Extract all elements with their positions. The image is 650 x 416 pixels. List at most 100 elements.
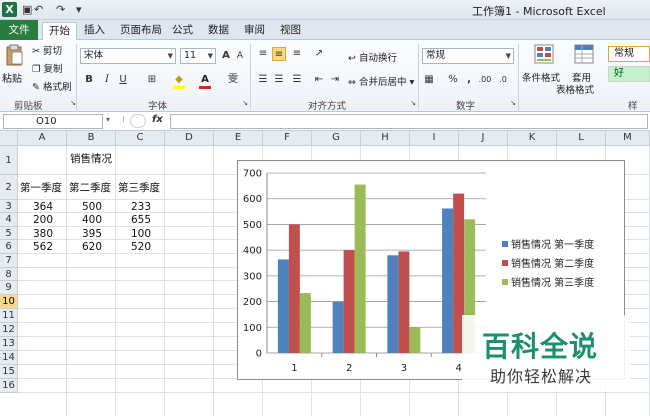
- data-cell[interactable]: 620: [82, 241, 102, 253]
- column-header-m[interactable]: M: [606, 131, 650, 146]
- fill-color-icon[interactable]: ◆: [172, 73, 186, 87]
- data-cell[interactable]: 200: [33, 214, 53, 226]
- bar-series3-cat3[interactable]: [409, 327, 421, 353]
- increase-indent-icon[interactable]: ⇥: [328, 73, 342, 87]
- shrink-font-icon[interactable]: A: [233, 49, 247, 63]
- customize-qat-icon[interactable]: ▾: [76, 3, 82, 16]
- bar-series3-cat2[interactable]: [354, 184, 366, 353]
- border-icon[interactable]: ⊞: [145, 73, 159, 87]
- data-cell[interactable]: 655: [131, 214, 151, 226]
- underline-button[interactable]: U: [116, 73, 130, 87]
- data-cell[interactable]: 380: [33, 228, 53, 240]
- column-header-c[interactable]: C: [116, 131, 165, 146]
- bar-series2-cat3[interactable]: [398, 251, 410, 353]
- row-header-11[interactable]: 11: [0, 309, 18, 323]
- row-header-2[interactable]: 2: [0, 175, 18, 200]
- tab-page-layout[interactable]: 页面布局: [114, 22, 168, 40]
- style-good[interactable]: 好: [608, 66, 650, 82]
- tab-formulas[interactable]: 公式: [166, 22, 199, 40]
- align-top-icon[interactable]: ≡: [256, 47, 270, 61]
- font-name-select[interactable]: 宋体 ▼: [80, 48, 176, 64]
- bar-series3-cat1[interactable]: [299, 293, 311, 353]
- wrap-text-button[interactable]: ↩ 自动换行: [348, 50, 397, 64]
- undo-icon[interactable]: ↶: [34, 3, 43, 16]
- style-normal[interactable]: 常规: [608, 46, 650, 62]
- row-header-15[interactable]: 15: [0, 365, 18, 379]
- column-header-d[interactable]: D: [165, 131, 214, 146]
- tab-home[interactable]: 开始: [42, 22, 77, 40]
- row-header-9[interactable]: 9: [0, 281, 18, 295]
- tab-view[interactable]: 视图: [274, 22, 307, 40]
- data-cell[interactable]: 395: [82, 228, 102, 240]
- bar-series2-cat1[interactable]: [288, 224, 300, 353]
- row-header-3[interactable]: 3: [0, 200, 18, 213]
- column-header-a[interactable]: A: [18, 131, 67, 146]
- column-header-j[interactable]: J: [459, 131, 508, 146]
- redo-icon[interactable]: ↷: [56, 3, 65, 16]
- currency-icon[interactable]: ▦: [422, 73, 436, 87]
- bold-button[interactable]: B: [82, 73, 96, 87]
- copy-button[interactable]: ❐ 复制: [32, 61, 63, 75]
- insert-function-button[interactable]: fx: [152, 114, 163, 125]
- row-header-13[interactable]: 13: [0, 337, 18, 351]
- row-header-14[interactable]: 14: [0, 351, 18, 365]
- italic-button[interactable]: I: [100, 73, 114, 87]
- row-header-12[interactable]: 12: [0, 323, 18, 337]
- data-cell[interactable]: 233: [131, 201, 151, 213]
- bar-series1-cat2[interactable]: [332, 301, 344, 353]
- column-header-k[interactable]: K: [508, 131, 557, 146]
- column-header-b[interactable]: B: [67, 131, 116, 146]
- align-right-icon[interactable]: ☰: [290, 73, 304, 87]
- format-painter-button[interactable]: ✎ 格式刷: [32, 79, 72, 93]
- column-header-e[interactable]: E: [214, 131, 263, 146]
- column-header-l[interactable]: L: [557, 131, 606, 146]
- grow-font-icon[interactable]: A: [219, 49, 233, 63]
- row-header-5[interactable]: 5: [0, 227, 18, 240]
- row-header-7[interactable]: 7: [0, 254, 18, 268]
- row-header-16[interactable]: 16: [0, 379, 18, 393]
- row-header-6[interactable]: 6: [0, 240, 18, 254]
- save-icon[interactable]: ▣: [22, 3, 32, 16]
- column-header-i[interactable]: I: [410, 131, 459, 146]
- align-left-icon[interactable]: ☰: [256, 73, 270, 87]
- column-header-f[interactable]: F: [263, 131, 312, 146]
- name-box-chevron-icon[interactable]: ▾: [106, 115, 110, 124]
- bar-series1-cat3[interactable]: [387, 255, 399, 353]
- font-size-select[interactable]: 11 ▼: [180, 48, 216, 64]
- bar-series1-cat1[interactable]: [277, 259, 289, 353]
- orientation-icon[interactable]: ↗: [312, 47, 326, 61]
- tab-insert[interactable]: 插入: [78, 22, 111, 40]
- comma-style-button[interactable]: ,: [462, 73, 476, 87]
- bar-series2-cat2[interactable]: [343, 250, 355, 353]
- number-format-select[interactable]: 常规 ▼: [422, 48, 514, 64]
- decrease-decimal-icon[interactable]: .0: [496, 73, 510, 87]
- data-cell[interactable]: 364: [33, 201, 53, 213]
- row-header-10[interactable]: 10: [0, 295, 18, 309]
- data-cell[interactable]: 400: [82, 214, 102, 226]
- decrease-indent-icon[interactable]: ⇤: [312, 73, 326, 87]
- row-header-8[interactable]: 8: [0, 268, 18, 281]
- paste-button[interactable]: 粘贴: [2, 44, 26, 94]
- format-as-table-button[interactable]: 套用 表格格式: [556, 44, 608, 96]
- increase-decimal-icon[interactable]: .00: [478, 73, 492, 87]
- clipboard-launcher-icon[interactable]: ↘: [66, 96, 80, 110]
- name-box[interactable]: O10: [3, 114, 103, 129]
- tab-data[interactable]: 数据: [202, 22, 235, 40]
- formula-input[interactable]: [170, 114, 648, 129]
- percent-button[interactable]: %: [446, 73, 460, 87]
- phonetic-icon[interactable]: 雯: [226, 73, 240, 87]
- align-center-icon[interactable]: ☰: [272, 73, 286, 87]
- row-header-4[interactable]: 4: [0, 213, 18, 227]
- column-header-g[interactable]: G: [312, 131, 361, 146]
- merge-center-button[interactable]: ⇔ 合并后居中 ▾: [348, 74, 414, 88]
- column-header-h[interactable]: H: [361, 131, 410, 146]
- align-bottom-icon[interactable]: ≡: [290, 47, 304, 61]
- data-cell[interactable]: 562: [33, 241, 53, 253]
- select-all-corner[interactable]: [0, 131, 18, 146]
- tab-review[interactable]: 审阅: [238, 22, 271, 40]
- data-cell[interactable]: 520: [131, 241, 151, 253]
- data-cell[interactable]: 500: [82, 201, 102, 213]
- cut-button[interactable]: ✂ 剪切: [32, 43, 62, 57]
- align-middle-icon[interactable]: ≡: [272, 47, 286, 61]
- data-cell[interactable]: 100: [131, 228, 151, 240]
